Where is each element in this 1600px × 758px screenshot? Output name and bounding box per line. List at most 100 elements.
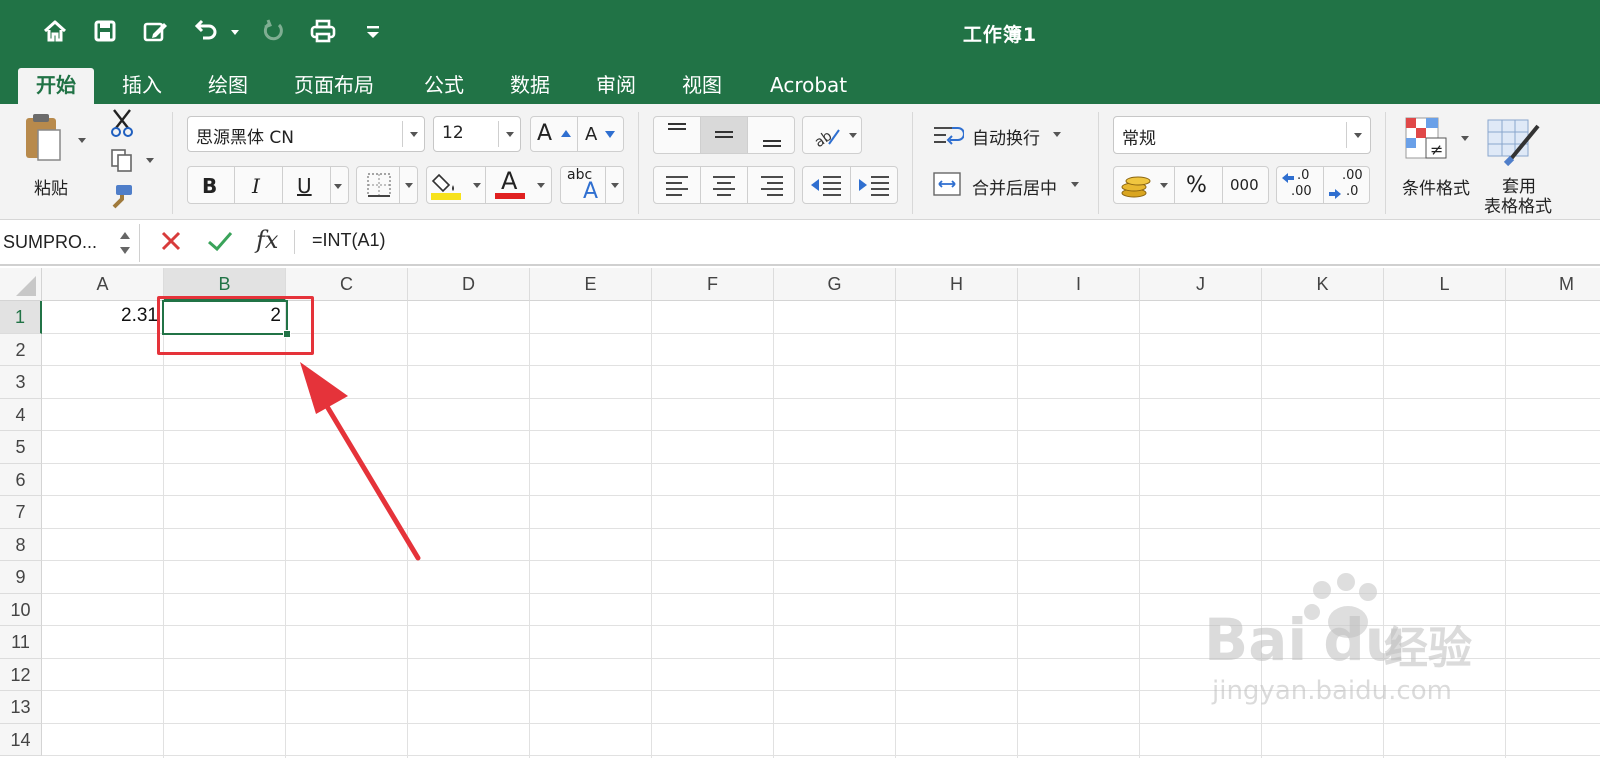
merge-center-button[interactable]: 合并后居中 [972,174,1057,199]
row-header-4[interactable]: 4 [0,398,42,431]
align-right-icon[interactable] [749,167,796,203]
horizontal-align-buttons [653,166,795,204]
conditional-format-dropdown-icon[interactable] [1461,136,1469,141]
name-box-stepper-icon[interactable] [118,228,132,258]
row-header-1[interactable]: 1 [0,301,42,334]
tab-draw[interactable]: 绘图 [190,68,266,104]
wrap-text-dropdown-icon[interactable] [1053,132,1061,137]
align-left-icon[interactable] [654,167,701,203]
increase-indent-icon[interactable] [851,167,899,203]
align-center-icon[interactable] [701,167,748,203]
tab-page-layout[interactable]: 页面布局 [276,68,392,104]
bold-button[interactable]: B [202,174,217,198]
decrease-indent-icon[interactable] [803,167,851,203]
row-header-7[interactable]: 7 [0,496,42,529]
column-header-h[interactable]: H [896,268,1018,301]
merge-center-icon[interactable] [932,170,964,198]
copy-icon[interactable] [108,146,136,174]
row-gridline [42,430,1600,431]
grow-font-button[interactable]: A [531,117,578,151]
conditional-format-button[interactable]: 条件格式 [1402,174,1470,199]
wrap-text-icon[interactable] [932,122,965,150]
shrink-font-button[interactable]: A [579,117,625,151]
tab-formulas[interactable]: 公式 [406,68,482,104]
row-header-5[interactable]: 5 [0,431,42,464]
table-format-line2[interactable]: 表格格式 [1484,192,1552,217]
increase-decimal-button[interactable]: .0 .00 [1277,167,1324,203]
cut-icon[interactable] [108,108,136,138]
text-orientation-icon: ab [812,128,840,150]
font-name-select[interactable]: 思源黑体 CN [187,116,425,152]
number-format-dropdown-icon [1354,133,1362,138]
merge-center-dropdown-icon[interactable] [1071,182,1079,187]
currency-dropdown-icon[interactable] [1160,183,1168,188]
table-format-icon[interactable] [1486,116,1546,167]
cell-a1[interactable]: 2.31 [42,305,158,327]
tab-view[interactable]: 视图 [664,68,740,104]
row-header-8[interactable]: 8 [0,528,42,561]
row-header-9[interactable]: 9 [0,561,42,594]
font-color-dropdown-icon[interactable] [537,183,545,188]
color-buttons: A [426,166,552,204]
font-color-glyph[interactable]: A [501,167,517,195]
underline-button[interactable]: U [297,174,312,198]
column-header-j[interactable]: J [1140,268,1262,301]
ribbon-tabs: 开始 插入 绘图 页面布局 公式 数据 审阅 视图 Acrobat [0,64,1600,104]
align-middle-icon[interactable] [701,117,748,153]
tab-data[interactable]: 数据 [492,68,568,104]
name-box[interactable]: SUMPRO... [0,224,140,262]
shrink-font-icon [605,131,615,138]
align-bottom-icon[interactable] [749,117,796,153]
column-header-g[interactable]: G [774,268,896,301]
tab-acrobat[interactable]: Acrobat [752,68,865,104]
column-header-e[interactable]: E [530,268,652,301]
column-header-m[interactable]: M [1506,268,1600,301]
conditional-format-icon[interactable]: ≠ [1404,116,1460,166]
italic-button[interactable]: I [252,174,260,198]
row-header-11[interactable]: 11 [0,626,42,659]
font-size-select[interactable]: 12 [433,116,521,152]
fill-color-icon[interactable] [431,169,461,201]
column-header-i[interactable]: I [1018,268,1140,301]
percent-button[interactable]: % [1186,173,1207,198]
format-painter-icon[interactable] [106,182,136,212]
row-header-14[interactable]: 14 [0,723,42,756]
paste-dropdown-icon[interactable] [78,138,86,143]
paste-button[interactable] [18,112,70,172]
column-header-l[interactable]: L [1384,268,1506,301]
row-header-2[interactable]: 2 [0,333,42,366]
insert-function-button[interactable]: fx [256,226,278,254]
column-header-f[interactable]: F [652,268,774,301]
row-header-10[interactable]: 10 [0,593,42,626]
number-format-select[interactable]: 常规 [1113,116,1371,154]
decrease-decimal-arrow-icon [1329,189,1341,199]
underline-dropdown-icon[interactable] [334,184,342,189]
copy-dropdown-icon[interactable] [146,158,154,163]
tab-home[interactable]: 开始 [18,68,94,104]
formula-input[interactable]: =INT(A1) [312,230,386,251]
column-header-k[interactable]: K [1262,268,1384,301]
borders-button[interactable] [356,166,418,204]
row-header-3[interactable]: 3 [0,366,42,399]
row-header-13[interactable]: 13 [0,691,42,724]
thousands-button[interactable]: 000 [1230,176,1259,194]
cancel-icon[interactable] [158,228,184,254]
currency-icon[interactable] [1120,171,1154,199]
select-all-corner[interactable] [0,268,42,301]
tab-insert[interactable]: 插入 [104,68,180,104]
decrease-decimal-button[interactable]: .00 .0 [1324,167,1371,203]
fill-color-dropdown-icon[interactable] [473,183,481,188]
row-header-12[interactable]: 12 [0,658,42,691]
wrap-text-button[interactable]: 自动换行 [972,124,1040,149]
tab-review[interactable]: 审阅 [578,68,654,104]
enter-check-icon[interactable] [206,228,234,254]
decrease-decimal-bottom: .0 [1346,184,1359,199]
font-size-value: 12 [442,123,464,143]
column-header-a[interactable]: A [42,268,164,301]
column-header-d[interactable]: D [408,268,530,301]
grow-font-glyph: A [537,121,553,146]
align-top-icon[interactable] [654,117,701,153]
phonetic-button[interactable]: abc A [560,166,624,204]
orientation-button[interactable]: ab [802,116,862,154]
row-header-6[interactable]: 6 [0,463,42,496]
